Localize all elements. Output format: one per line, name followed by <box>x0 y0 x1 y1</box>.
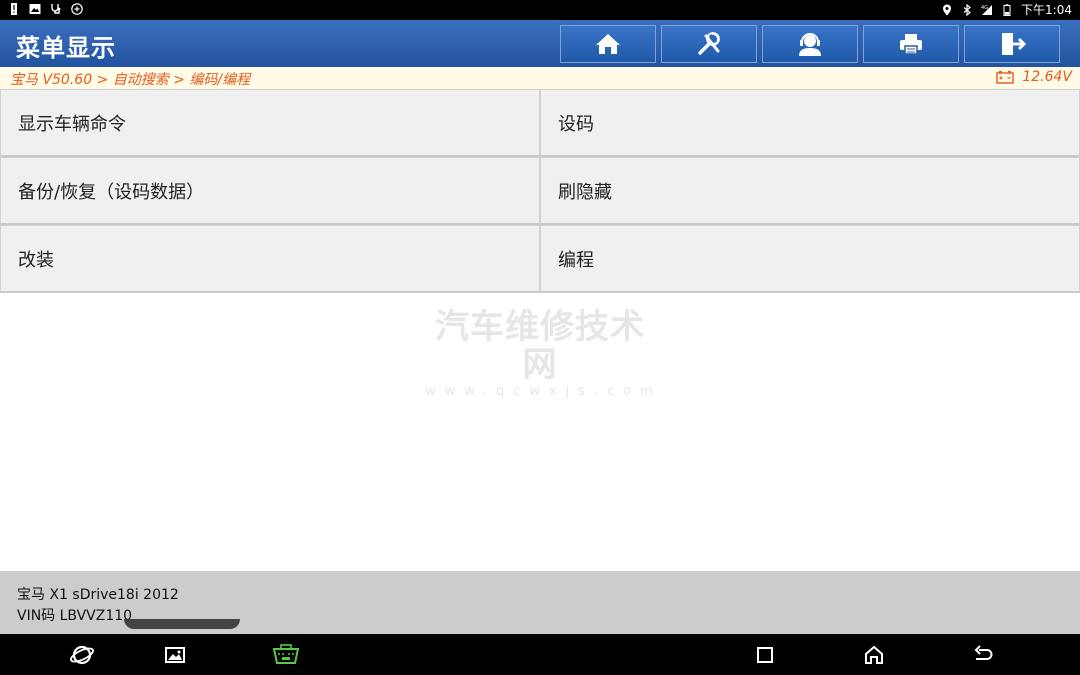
home-button[interactable] <box>560 25 656 63</box>
breadcrumb: 宝马 V50.60 > 自动搜索 > 编码/编程 12.64V <box>0 67 1080 89</box>
home-outline-icon <box>865 645 883 664</box>
watermark-title: 汽车维修技术网 <box>435 307 645 385</box>
browser-button[interactable] <box>69 642 95 668</box>
diagnose-tool-icon <box>698 32 720 55</box>
gallery-button[interactable] <box>162 642 188 668</box>
vehicle-info-bar: 宝马 X1 sDrive18i 2012 VIN码 LBVVZ110 <box>0 571 1080 634</box>
recent-apps-icon <box>757 647 773 663</box>
menu-item-backup-restore[interactable]: 备份/恢复（设码数据） <box>0 157 540 225</box>
printer-icon <box>900 34 922 55</box>
voltage-value: 12.64V <box>1022 69 1072 85</box>
location-icon <box>943 4 952 16</box>
back-button[interactable] <box>970 642 996 668</box>
gallery-notification-icon <box>29 4 41 14</box>
vci-button[interactable] <box>271 642 301 668</box>
svg-text:4G: 4G <box>981 5 988 11</box>
stethoscope-icon <box>51 4 61 14</box>
gallery-icon <box>165 647 185 663</box>
sim-alert-icon <box>11 3 17 15</box>
battery-icon <box>1003 4 1011 16</box>
recent-apps-button[interactable] <box>752 642 778 668</box>
page-title: 菜单显示 <box>16 34 116 62</box>
browser-orbit-icon <box>70 645 94 665</box>
support-button[interactable] <box>762 25 858 63</box>
status-bar: 4G 下午1:04 <box>0 0 1080 20</box>
back-arrow-icon <box>974 645 993 660</box>
vehicle-model: 宝马 X1 sDrive18i 2012 <box>17 587 179 603</box>
breadcrumb-path: 宝马 V50.60 > 自动搜索 > 编码/编程 <box>10 72 251 88</box>
redaction-mask <box>124 619 240 629</box>
home-nav-button[interactable] <box>861 642 887 668</box>
menu-item-coding[interactable]: 设码 <box>540 89 1080 157</box>
menu-grid: 显示车辆命令 设码 备份/恢复（设码数据） 刷隐藏 改装 编程 <box>0 89 1080 293</box>
watermark: 汽车维修技术网 www.qcwxjs.com <box>425 308 655 400</box>
menu-item-hidden-features[interactable]: 刷隐藏 <box>540 157 1080 225</box>
exit-button[interactable] <box>964 25 1060 63</box>
voltage-indicator: 12.64V <box>996 69 1072 85</box>
menu-item-programming[interactable]: 编程 <box>540 225 1080 293</box>
vehicle-vin: VIN码 LBVVZ110 <box>17 608 133 624</box>
print-button[interactable] <box>863 25 959 63</box>
exit-icon <box>1002 33 1026 55</box>
watermark-url: www.qcwxjs.com <box>425 384 662 399</box>
navigation-bar <box>0 634 1080 675</box>
app-notification-icon <box>71 3 83 15</box>
title-bar: 菜单显示 <box>0 20 1080 67</box>
home-icon <box>596 34 620 54</box>
menu-item-retrofit[interactable]: 改装 <box>0 225 540 293</box>
bluetooth-icon <box>963 4 971 16</box>
clock: 下午1:04 <box>1021 3 1072 17</box>
support-agent-icon <box>799 33 821 56</box>
menu-item-show-vehicle-commands[interactable]: 显示车辆命令 <box>0 89 540 157</box>
car-battery-icon <box>996 71 1015 84</box>
signal-4g-icon: 4G <box>981 5 993 15</box>
vci-connector-icon <box>272 644 300 664</box>
diagnose-button[interactable] <box>661 25 757 63</box>
